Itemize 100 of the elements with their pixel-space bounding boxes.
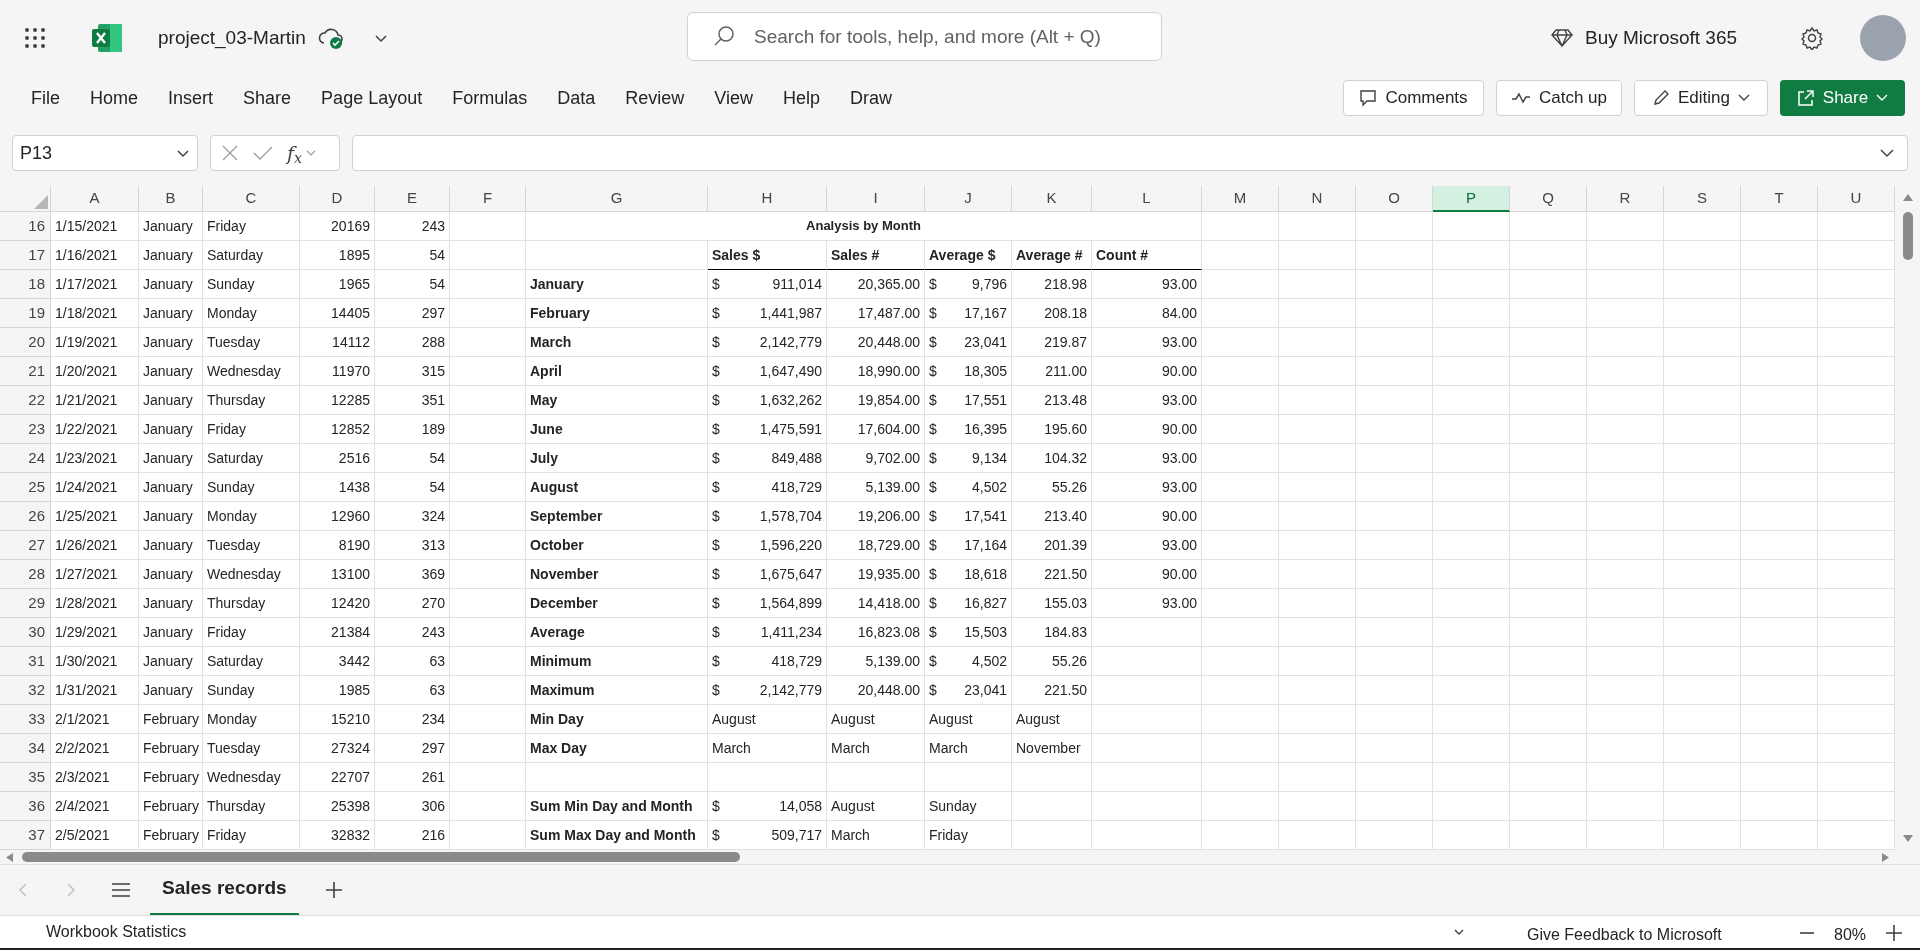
- menu-icon[interactable]: [112, 883, 130, 897]
- row-header[interactable]: 35: [0, 763, 51, 792]
- empty-cell[interactable]: [1202, 357, 1279, 386]
- empty-cell[interactable]: [1587, 763, 1664, 792]
- column-header[interactable]: P: [1433, 186, 1510, 212]
- menu-tab[interactable]: Help: [783, 84, 820, 112]
- empty-cell[interactable]: [1092, 763, 1202, 792]
- empty-cell[interactable]: [1587, 241, 1664, 270]
- scroll-left-icon[interactable]: [5, 851, 14, 863]
- empty-cell[interactable]: [526, 241, 708, 270]
- empty-cell[interactable]: [1664, 328, 1741, 357]
- empty-cell[interactable]: [1356, 763, 1433, 792]
- empty-cell[interactable]: [1202, 560, 1279, 589]
- empty-cell[interactable]: [1510, 792, 1587, 821]
- empty-cell[interactable]: [925, 763, 1012, 792]
- empty-cell[interactable]: [1433, 415, 1510, 444]
- table-cell[interactable]: $ 18,618: [925, 560, 1012, 589]
- empty-cell[interactable]: [1741, 502, 1818, 531]
- empty-cell[interactable]: [1510, 502, 1587, 531]
- empty-cell[interactable]: [1433, 270, 1510, 299]
- menu-tab[interactable]: View: [714, 84, 753, 112]
- empty-cell[interactable]: [1279, 502, 1356, 531]
- empty-cell[interactable]: [1356, 502, 1433, 531]
- empty-cell[interactable]: [1356, 792, 1433, 821]
- empty-cell[interactable]: [1356, 531, 1433, 560]
- empty-cell[interactable]: [1433, 647, 1510, 676]
- table-cell[interactable]: $ 16,395: [925, 415, 1012, 444]
- empty-cell[interactable]: [1202, 647, 1279, 676]
- next-sheet-icon[interactable]: [66, 882, 76, 898]
- empty-cell[interactable]: [1433, 241, 1510, 270]
- spreadsheet-logo-icon[interactable]: [92, 24, 122, 52]
- empty-cell[interactable]: [1510, 444, 1587, 473]
- empty-cell[interactable]: [1741, 734, 1818, 763]
- empty-cell[interactable]: [450, 618, 526, 647]
- empty-cell[interactable]: [1279, 444, 1356, 473]
- scroll-thumb[interactable]: [1902, 212, 1913, 260]
- empty-cell[interactable]: [1433, 473, 1510, 502]
- row-header[interactable]: 25: [0, 473, 51, 502]
- empty-cell[interactable]: [1433, 676, 1510, 705]
- empty-cell[interactable]: [1587, 676, 1664, 705]
- empty-cell[interactable]: [450, 676, 526, 705]
- empty-cell[interactable]: [1356, 357, 1433, 386]
- empty-cell[interactable]: [1433, 212, 1510, 241]
- menu-tab[interactable]: Home: [90, 84, 139, 112]
- empty-cell[interactable]: [1092, 705, 1202, 734]
- empty-cell[interactable]: [1433, 357, 1510, 386]
- menu-tab[interactable]: Draw: [850, 84, 893, 112]
- previous-sheet-icon[interactable]: [18, 882, 28, 898]
- empty-cell[interactable]: [1741, 415, 1818, 444]
- empty-cell[interactable]: [1587, 444, 1664, 473]
- empty-cell[interactable]: [1664, 357, 1741, 386]
- row-header[interactable]: 17: [0, 241, 51, 270]
- empty-cell[interactable]: [1433, 386, 1510, 415]
- empty-cell[interactable]: [1202, 444, 1279, 473]
- expand-icon[interactable]: [1879, 148, 1895, 158]
- empty-cell[interactable]: [1510, 328, 1587, 357]
- empty-cell[interactable]: [1664, 299, 1741, 328]
- empty-cell[interactable]: [1279, 299, 1356, 328]
- table-cell[interactable]: $ 17,541: [925, 502, 1012, 531]
- add-sheet-icon[interactable]: [324, 881, 343, 899]
- empty-cell[interactable]: [450, 531, 526, 560]
- empty-cell[interactable]: [1664, 531, 1741, 560]
- buy-link[interactable]: Buy Microsoft 365: [1585, 24, 1738, 53]
- empty-cell[interactable]: [1356, 270, 1433, 299]
- table-cell[interactable]: $ 2,142,779: [708, 328, 827, 357]
- empty-cell[interactable]: [1664, 792, 1741, 821]
- empty-cell[interactable]: [1741, 241, 1818, 270]
- empty-cell[interactable]: [1510, 676, 1587, 705]
- empty-cell[interactable]: [1664, 734, 1741, 763]
- table-cell[interactable]: $ 9,134: [925, 444, 1012, 473]
- table-cell[interactable]: $ 1,578,704: [708, 502, 827, 531]
- empty-cell[interactable]: [1587, 560, 1664, 589]
- table-cell[interactable]: $ 849,488: [708, 444, 827, 473]
- column-header[interactable]: E: [375, 186, 450, 212]
- column-header[interactable]: T: [1741, 186, 1818, 212]
- row-header[interactable]: 26: [0, 502, 51, 531]
- table-cell[interactable]: $ 17,167: [925, 299, 1012, 328]
- empty-cell[interactable]: [1741, 299, 1818, 328]
- empty-cell[interactable]: [1356, 212, 1433, 241]
- empty-cell[interactable]: [1202, 212, 1279, 241]
- empty-cell[interactable]: [1279, 415, 1356, 444]
- empty-cell[interactable]: [1741, 792, 1818, 821]
- empty-cell[interactable]: [450, 705, 526, 734]
- empty-cell[interactable]: [1279, 792, 1356, 821]
- table-cell[interactable]: $ 1,475,591: [708, 415, 827, 444]
- column-header[interactable]: H: [708, 186, 827, 212]
- cancel-icon[interactable]: [221, 144, 239, 162]
- empty-cell[interactable]: [1433, 299, 1510, 328]
- row-header[interactable]: 32: [0, 676, 51, 705]
- empty-cell[interactable]: [1356, 386, 1433, 415]
- empty-cell[interactable]: [1741, 328, 1818, 357]
- empty-cell[interactable]: [708, 763, 827, 792]
- row-header[interactable]: 18: [0, 270, 51, 299]
- table-cell[interactable]: $ 17,164: [925, 531, 1012, 560]
- table-cell[interactable]: $ 911,014: [708, 270, 827, 299]
- empty-cell[interactable]: [1279, 705, 1356, 734]
- settings-icon[interactable]: [1800, 26, 1824, 50]
- empty-cell[interactable]: [1587, 270, 1664, 299]
- empty-cell[interactable]: [1510, 531, 1587, 560]
- empty-cell[interactable]: [1664, 212, 1741, 241]
